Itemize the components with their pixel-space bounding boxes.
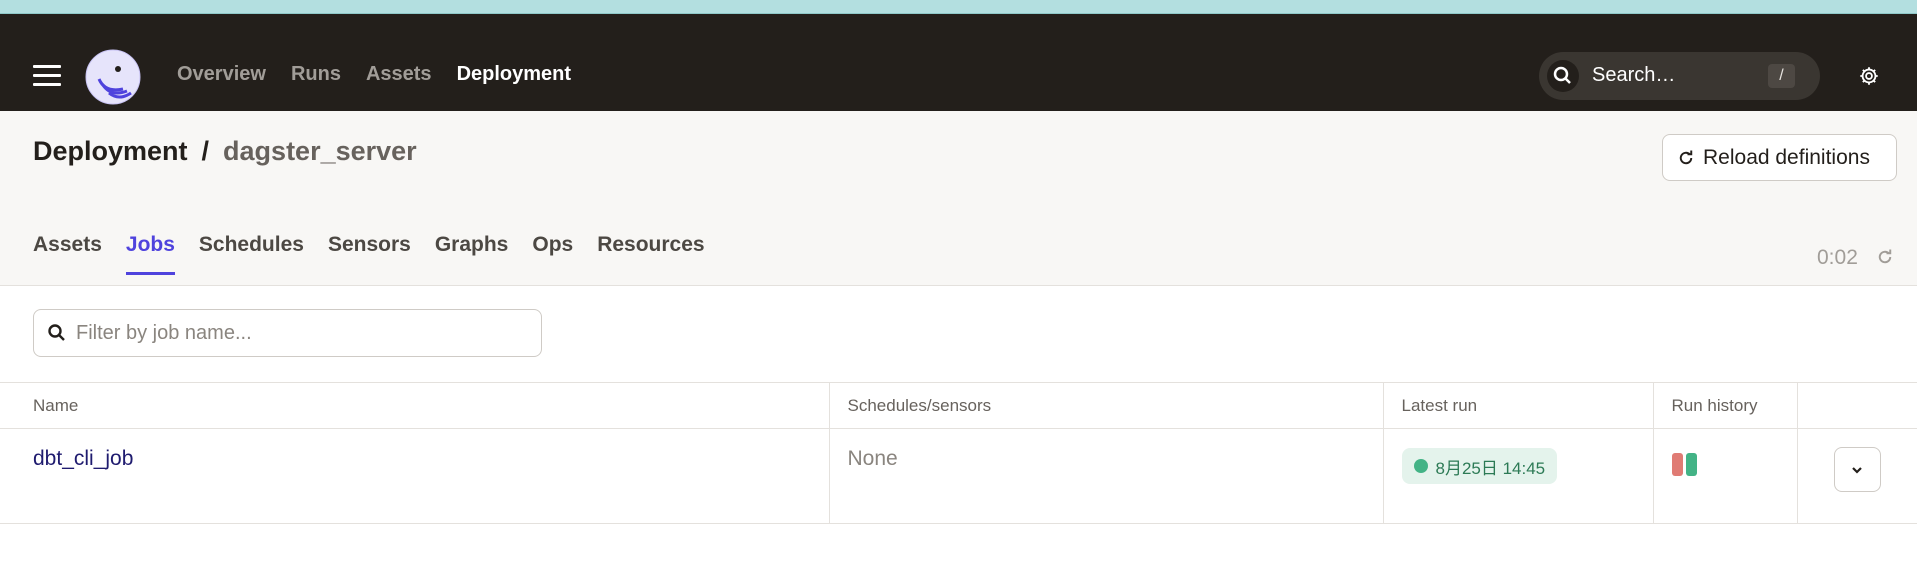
- nav-deployment[interactable]: Deployment: [457, 63, 571, 86]
- breadcrumb-root[interactable]: Deployment: [33, 136, 188, 167]
- run-history-bar[interactable]: [1671, 453, 1683, 476]
- tab-jobs[interactable]: Jobs: [125, 233, 175, 275]
- nav-assets[interactable]: Assets: [366, 63, 432, 86]
- dagster-logo-icon[interactable]: [85, 49, 141, 105]
- run-history: [1671, 453, 1797, 476]
- global-search[interactable]: Search… /: [1539, 52, 1820, 100]
- column-header-run-history: Run history: [1653, 383, 1798, 429]
- table-row: dbt_cli_job None 8月25日 14:45: [0, 428, 1917, 524]
- tab-resources[interactable]: Resources: [597, 233, 704, 275]
- refresh-icon[interactable]: [1876, 248, 1894, 266]
- reload-definitions-label: Reload definitions: [1703, 145, 1870, 169]
- job-schedules: None: [847, 447, 898, 470]
- jobs-table: Name Schedules/sensors Latest run Run hi…: [0, 383, 1917, 524]
- tab-schedules[interactable]: Schedules: [199, 233, 304, 275]
- breadcrumb-current: dagster_server: [223, 136, 417, 166]
- success-status-icon: [1413, 459, 1428, 473]
- column-header-latest-run: Latest run: [1383, 383, 1654, 429]
- search-shortcut-key: /: [1768, 64, 1795, 88]
- search-icon: [1547, 60, 1579, 92]
- job-name-link[interactable]: dbt_cli_job: [33, 447, 133, 470]
- filter-bar: [0, 286, 1917, 383]
- nav-runs[interactable]: Runs: [291, 63, 341, 86]
- chevron-down-icon: [1852, 466, 1862, 474]
- gear-icon[interactable]: [1858, 65, 1880, 87]
- tab-graphs[interactable]: Graphs: [435, 233, 509, 275]
- top-navbar: Overview Runs Assets Deployment Search… …: [0, 14, 1917, 111]
- table-header-row: Name Schedules/sensors Latest run Run hi…: [0, 383, 1917, 429]
- nav-overview[interactable]: Overview: [177, 63, 266, 86]
- reload-definitions-button[interactable]: Reload definitions: [1662, 134, 1897, 181]
- breadcrumb: Deployment / dagster_server: [33, 136, 417, 167]
- menu-icon[interactable]: [33, 65, 61, 87]
- latest-run-time: 8月25日 14:45: [1435, 458, 1546, 478]
- deployment-tabs: Assets Jobs Schedules Sensors Graphs Ops…: [33, 233, 705, 275]
- tab-ops[interactable]: Ops: [532, 233, 573, 275]
- run-history-bar[interactable]: [1685, 453, 1697, 476]
- column-header-actions: [1797, 383, 1917, 429]
- job-filter-input[interactable]: [74, 318, 528, 348]
- breadcrumb-separator: /: [201, 136, 210, 166]
- job-actions-button[interactable]: [1833, 447, 1881, 492]
- refresh-countdown: 0:02: [1817, 246, 1858, 269]
- browser-top-strip: [0, 0, 1917, 14]
- refresh-icon: [1679, 150, 1693, 164]
- job-filter-field[interactable]: [33, 309, 542, 357]
- tab-sensors[interactable]: Sensors: [328, 233, 411, 275]
- tab-assets[interactable]: Assets: [33, 233, 102, 275]
- column-header-name: Name: [0, 383, 830, 429]
- search-icon: [48, 324, 65, 341]
- column-header-schedules: Schedules/sensors: [829, 383, 1384, 429]
- latest-run-tag[interactable]: 8月25日 14:45: [1401, 448, 1558, 484]
- search-placeholder: Search…: [1592, 64, 1676, 86]
